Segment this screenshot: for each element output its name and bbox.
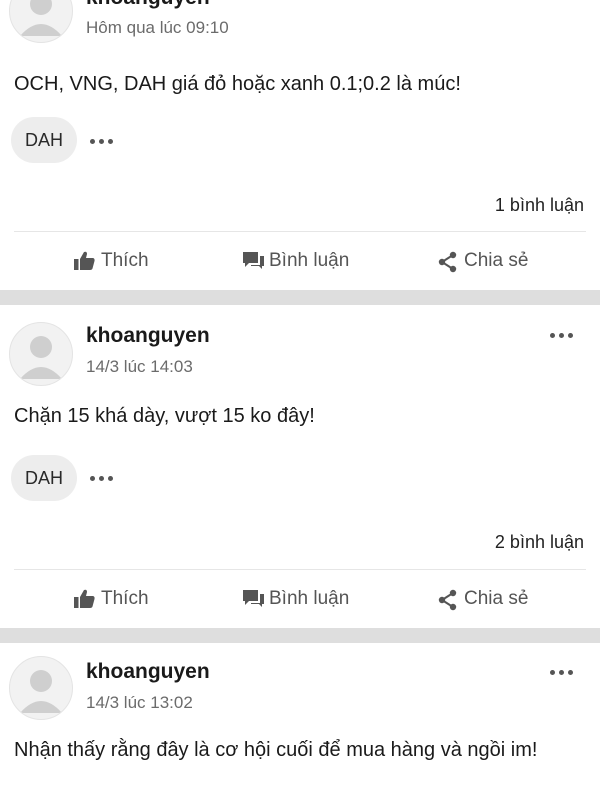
post-card: khoanguyen 14/3 lúc 13:02 Nhận thấy rằng… bbox=[0, 643, 600, 800]
comment-bubble-icon bbox=[243, 590, 264, 607]
share-label: Chia sẻ bbox=[464, 588, 529, 609]
default-user-avatar-icon bbox=[20, 670, 62, 713]
like-label: Thích bbox=[101, 250, 149, 271]
post-timestamp: Hôm qua lúc 09:10 bbox=[86, 18, 229, 37]
comments-count[interactable]: 2 bình luận bbox=[495, 532, 584, 553]
comment-bubble-icon bbox=[243, 252, 264, 269]
post-username[interactable]: khoanguyen bbox=[86, 660, 210, 684]
post-username[interactable]: khoanguyen bbox=[86, 0, 210, 10]
comments-count[interactable]: 1 bình luận bbox=[495, 195, 584, 216]
thumbs-up-icon bbox=[74, 589, 95, 608]
more-tags-icon[interactable] bbox=[90, 134, 118, 148]
post-card: khoanguyen 14/3 lúc 14:03 Chặn 15 khá dà… bbox=[0, 305, 600, 628]
like-button[interactable]: Thích bbox=[74, 248, 164, 274]
avatar[interactable] bbox=[9, 0, 73, 43]
more-options-icon[interactable] bbox=[550, 328, 580, 342]
default-user-avatar-icon bbox=[20, 336, 62, 379]
avatar[interactable] bbox=[9, 322, 73, 386]
share-icon bbox=[438, 251, 457, 273]
share-icon bbox=[438, 589, 457, 611]
share-button[interactable]: Chia sẻ bbox=[437, 586, 537, 612]
post-username[interactable]: khoanguyen bbox=[86, 324, 210, 348]
comment-label: Bình luận bbox=[269, 588, 350, 609]
post-content: Nhận thấy rằng đây là cơ hội cuối để mua… bbox=[14, 739, 538, 761]
share-label: Chia sẻ bbox=[464, 250, 529, 271]
post-separator bbox=[0, 290, 600, 305]
divider bbox=[14, 231, 586, 232]
post-content: Chặn 15 khá dày, vượt 15 ko đây! bbox=[14, 405, 315, 427]
divider bbox=[14, 569, 586, 570]
stock-tag[interactable]: DAH bbox=[11, 455, 78, 501]
like-button[interactable]: Thích bbox=[74, 586, 164, 612]
post-timestamp: 14/3 lúc 14:03 bbox=[86, 357, 193, 376]
comment-button[interactable]: Bình luận bbox=[242, 586, 362, 612]
avatar[interactable] bbox=[9, 656, 73, 720]
like-label: Thích bbox=[101, 588, 149, 609]
more-tags-icon[interactable] bbox=[90, 471, 118, 485]
default-user-avatar-icon bbox=[20, 0, 62, 36]
thumbs-up-icon bbox=[74, 251, 95, 270]
post-timestamp: 14/3 lúc 13:02 bbox=[86, 693, 193, 712]
post-content: OCH, VNG, DAH giá đỏ hoặc xanh 0.1;0.2 l… bbox=[14, 73, 461, 95]
post-separator bbox=[0, 628, 600, 643]
stock-tag[interactable]: DAH bbox=[11, 117, 78, 163]
comment-label: Bình luận bbox=[269, 250, 350, 271]
comment-button[interactable]: Bình luận bbox=[242, 248, 362, 274]
more-options-icon[interactable] bbox=[550, 665, 580, 679]
share-button[interactable]: Chia sẻ bbox=[437, 248, 537, 274]
post-card: khoanguyen Hôm qua lúc 09:10 OCH, VNG, D… bbox=[0, 0, 600, 290]
